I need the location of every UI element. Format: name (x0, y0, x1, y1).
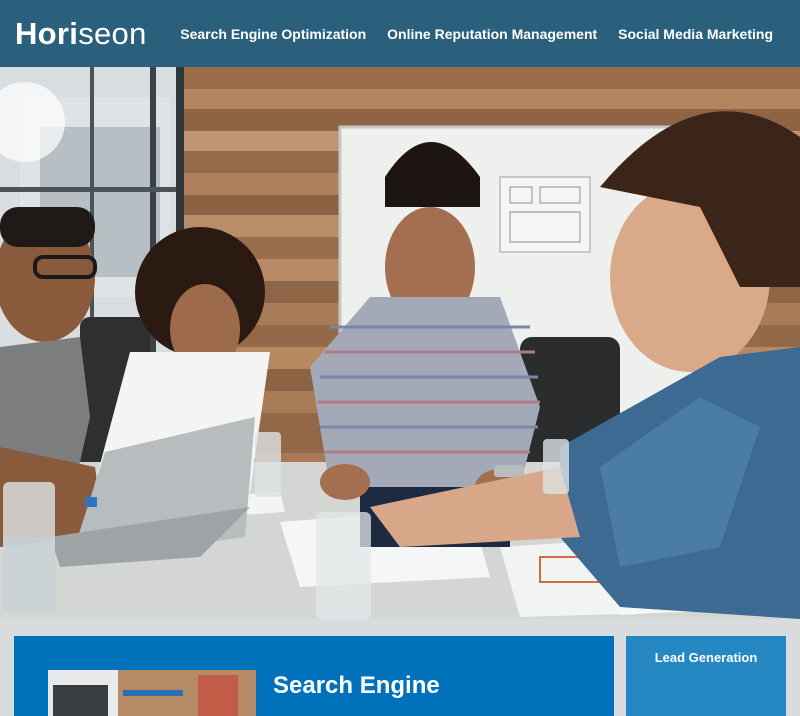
nav-link-seo[interactable]: Search Engine Optimization (180, 26, 366, 42)
thumbnail-photo (48, 670, 256, 716)
nav-link-social[interactable]: Social Media Marketing (618, 26, 773, 42)
brand-accent: seon (78, 16, 147, 51)
lead-generation-card: Lead Generation (626, 636, 786, 716)
workspace-thumbnail (48, 670, 256, 716)
brand-logo[interactable]: Horiseon (15, 18, 147, 49)
lead-generation-title: Lead Generation (654, 650, 758, 665)
content-section: Search Engine Lead Generation (0, 619, 800, 716)
hero-photo (0, 67, 800, 619)
brand-main: Hori (15, 16, 79, 51)
search-engine-title: Search Engine (273, 672, 440, 699)
nav-link-reputation[interactable]: Online Reputation Management (387, 26, 597, 42)
site-header: Horiseon Search Engine Optimization Onli… (0, 0, 800, 67)
search-engine-card: Search Engine (14, 636, 614, 716)
main-nav: Search Engine Optimization Online Reputa… (180, 26, 773, 42)
hero-image (0, 67, 800, 619)
